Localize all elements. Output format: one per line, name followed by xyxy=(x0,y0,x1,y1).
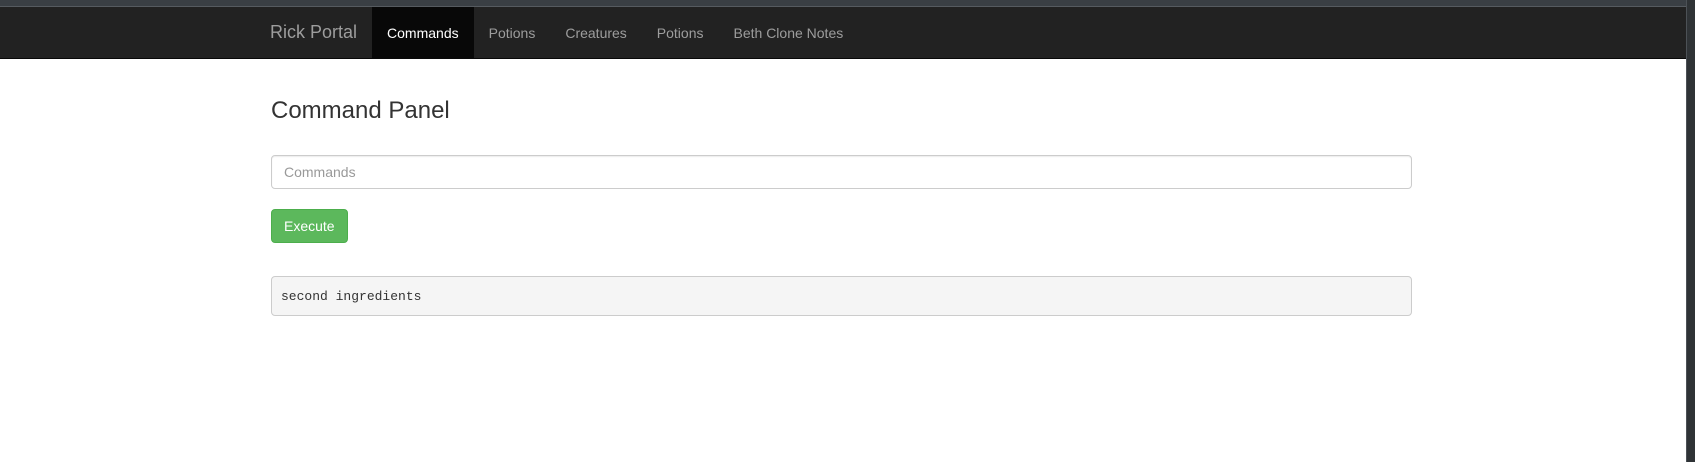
command-output: second ingredients xyxy=(271,276,1412,316)
nav-item-beth-clone-notes[interactable]: Beth Clone Notes xyxy=(719,7,859,58)
execute-button[interactable]: Execute xyxy=(271,209,348,243)
nav-item-potions-2[interactable]: Potions xyxy=(642,7,719,58)
nav-item-potions[interactable]: Potions xyxy=(474,7,551,58)
nav-item-creatures[interactable]: Creatures xyxy=(550,7,641,58)
page-title: Command Panel xyxy=(271,97,450,124)
commands-input[interactable] xyxy=(271,155,1412,189)
nav-item-commands[interactable]: Commands xyxy=(372,7,474,58)
window-right-border xyxy=(1686,0,1695,462)
browser-viewport: Rick Portal Commands Potions Creatures P… xyxy=(0,0,1695,462)
navbar-container: Rick Portal Commands Potions Creatures P… xyxy=(255,7,858,58)
window-top-border xyxy=(0,0,1695,7)
top-navbar: Rick Portal Commands Potions Creatures P… xyxy=(0,7,1686,59)
navbar-brand[interactable]: Rick Portal xyxy=(255,7,372,58)
